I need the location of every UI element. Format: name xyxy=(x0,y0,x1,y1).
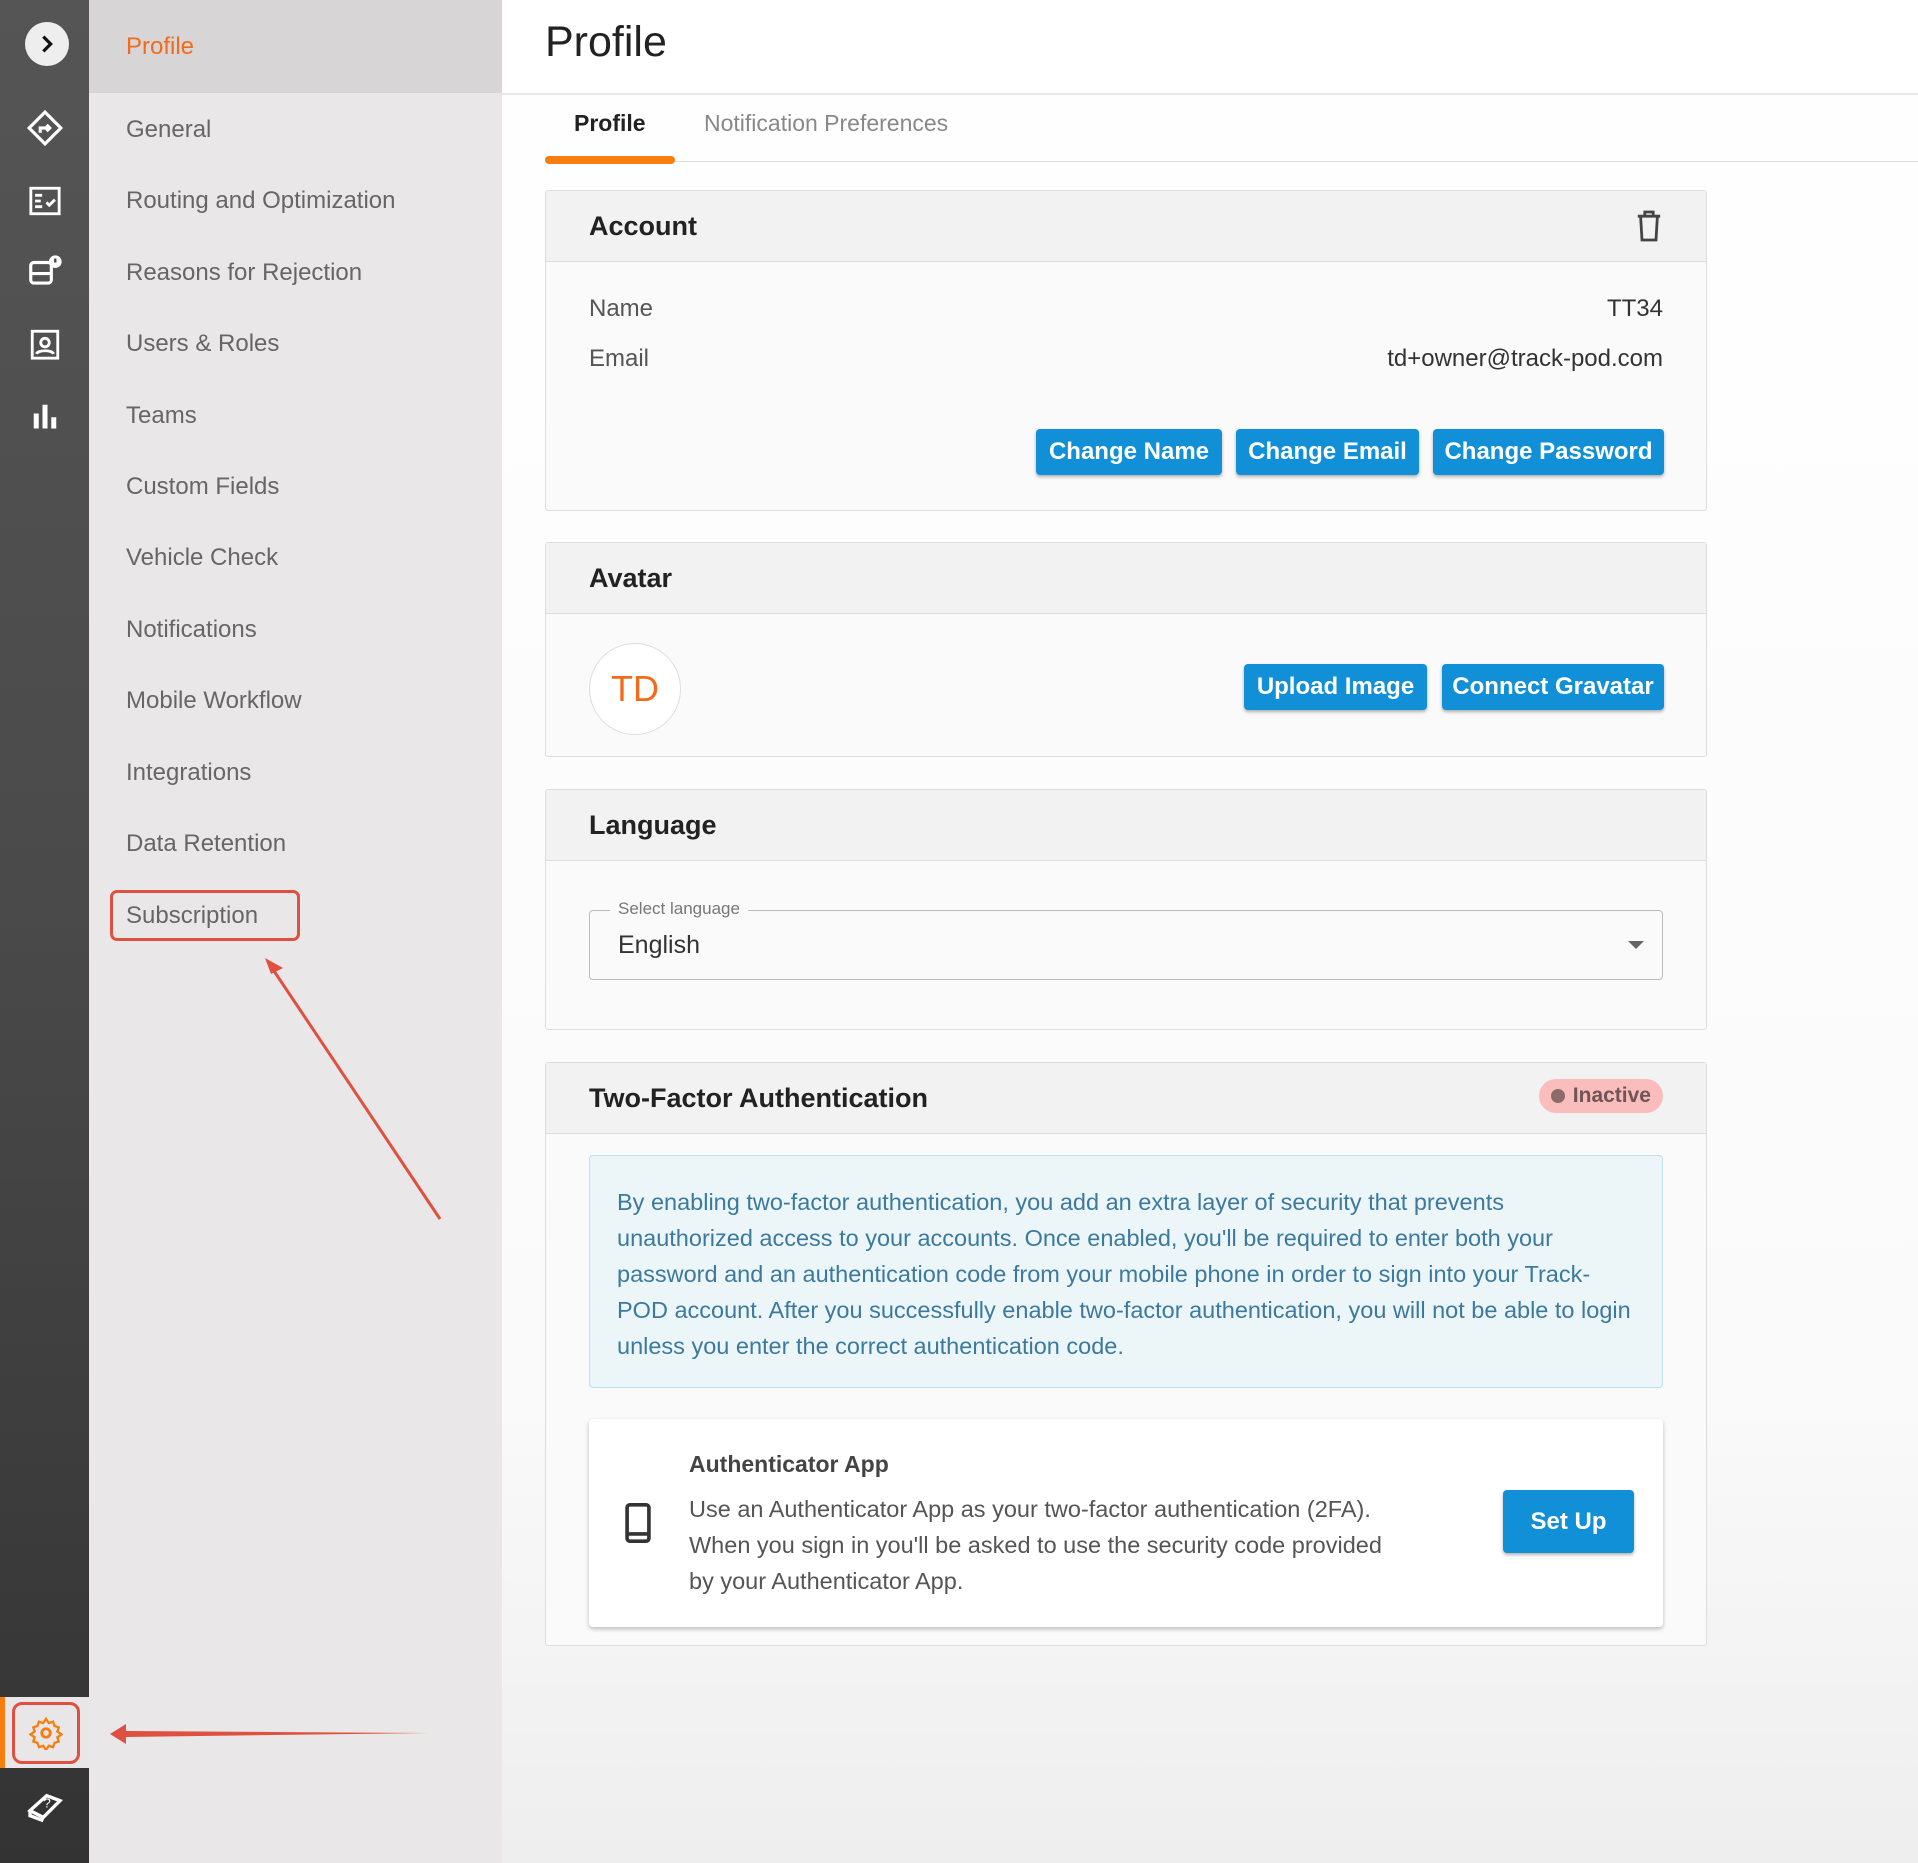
tab-profile[interactable]: Profile xyxy=(574,110,646,137)
two-factor-title: Two-Factor Authentication xyxy=(589,1082,928,1113)
change-email-button[interactable]: Change Email xyxy=(1236,429,1419,475)
sidebar-item-teams[interactable]: Teams xyxy=(89,380,502,451)
settings-sidebar: Profile General Routing and Optimization… xyxy=(89,0,502,1863)
orders-checklist-icon[interactable] xyxy=(24,180,66,222)
authenticator-app-title: Authenticator App xyxy=(689,1451,889,1477)
tab-notification-preferences[interactable]: Notification Preferences xyxy=(704,110,948,137)
authenticator-app-description: Use an Authenticator App as your two-fac… xyxy=(689,1496,1382,1594)
settings-button[interactable] xyxy=(12,1702,80,1764)
language-title: Language xyxy=(589,809,717,840)
connect-gravatar-button[interactable]: Connect Gravatar xyxy=(1442,664,1664,710)
sidebar-item-vehicle-check[interactable]: Vehicle Check xyxy=(89,522,502,593)
language-card: Language Select language English xyxy=(545,789,1707,1030)
email-value: td+owner@track-pod.com xyxy=(1387,345,1663,372)
change-name-button[interactable]: Change Name xyxy=(1036,429,1222,475)
avatar-title: Avatar xyxy=(589,562,673,593)
driver-badge-icon[interactable] xyxy=(24,323,66,365)
icon-rail: ? xyxy=(0,0,89,1863)
two-factor-info: By enabling two-factor authentication, y… xyxy=(589,1155,1663,1388)
language-select[interactable]: Select language English xyxy=(589,899,1663,980)
dropdown-arrow-icon xyxy=(1628,941,1644,949)
page-title: Profile xyxy=(545,18,667,66)
change-password-button[interactable]: Change Password xyxy=(1433,429,1664,475)
gear-icon xyxy=(29,1716,63,1750)
sidebar-item-general[interactable]: General xyxy=(89,94,502,165)
sidebar-item-custom-fields[interactable]: Custom Fields xyxy=(89,451,502,522)
sidebar-item-integrations[interactable]: Integrations xyxy=(89,737,502,808)
sidebar-item-mobile-workflow[interactable]: Mobile Workflow xyxy=(89,665,502,736)
help-book-icon[interactable]: ? xyxy=(24,1783,66,1825)
upload-image-button[interactable]: Upload Image xyxy=(1244,664,1427,710)
sidebar-item-rejection-reasons[interactable]: Reasons for Rejection xyxy=(89,237,502,308)
sidebar-item-profile[interactable]: Profile xyxy=(89,0,502,93)
header-divider xyxy=(502,93,1918,95)
language-select-label: Select language xyxy=(610,899,748,919)
account-card: Account Name TT34 Email td+owner@track-pod… xyxy=(545,190,1707,511)
sidebar-item-notifications[interactable]: Notifications xyxy=(89,594,502,665)
two-factor-card: Two-Factor Authentication Inactive By en… xyxy=(545,1062,1707,1646)
routes-icon[interactable] xyxy=(24,107,66,149)
authenticator-app-option: Authenticator App Use an Authenticator A… xyxy=(589,1419,1663,1627)
tabs-divider xyxy=(545,161,1918,162)
name-value: TT34 xyxy=(1606,295,1663,322)
delete-trash-icon[interactable] xyxy=(1635,209,1663,243)
email-label: Email xyxy=(589,345,650,372)
reports-chart-icon[interactable] xyxy=(24,395,66,437)
active-tab-indicator xyxy=(545,156,675,164)
sidebar-item-routing[interactable]: Routing and Optimization xyxy=(89,165,502,236)
avatar-card: Avatar TD Upload Image Connect Gravatar xyxy=(545,542,1707,757)
svg-text:?: ? xyxy=(43,1795,50,1810)
avatar: TD xyxy=(589,643,681,735)
main-content: Profile Profile Notification Preferences… xyxy=(502,0,1918,1863)
mobile-phone-icon xyxy=(625,1503,651,1543)
status-badge-label: Inactive xyxy=(1572,1084,1651,1107)
account-title: Account xyxy=(589,210,697,241)
status-dot-icon xyxy=(1550,1089,1565,1103)
set-up-button[interactable]: Set Up xyxy=(1503,1490,1634,1553)
status-badge: Inactive xyxy=(1538,1079,1663,1113)
expand-button[interactable] xyxy=(25,22,69,66)
sidebar-item-data-retention[interactable]: Data Retention xyxy=(89,808,502,879)
vehicle-alert-icon[interactable] xyxy=(24,251,66,293)
chevron-right-icon xyxy=(42,35,53,53)
name-label: Name xyxy=(589,295,654,322)
subscription-highlight xyxy=(110,890,300,941)
sidebar-item-users-roles[interactable]: Users & Roles xyxy=(89,308,502,379)
language-select-value: English xyxy=(618,931,700,959)
